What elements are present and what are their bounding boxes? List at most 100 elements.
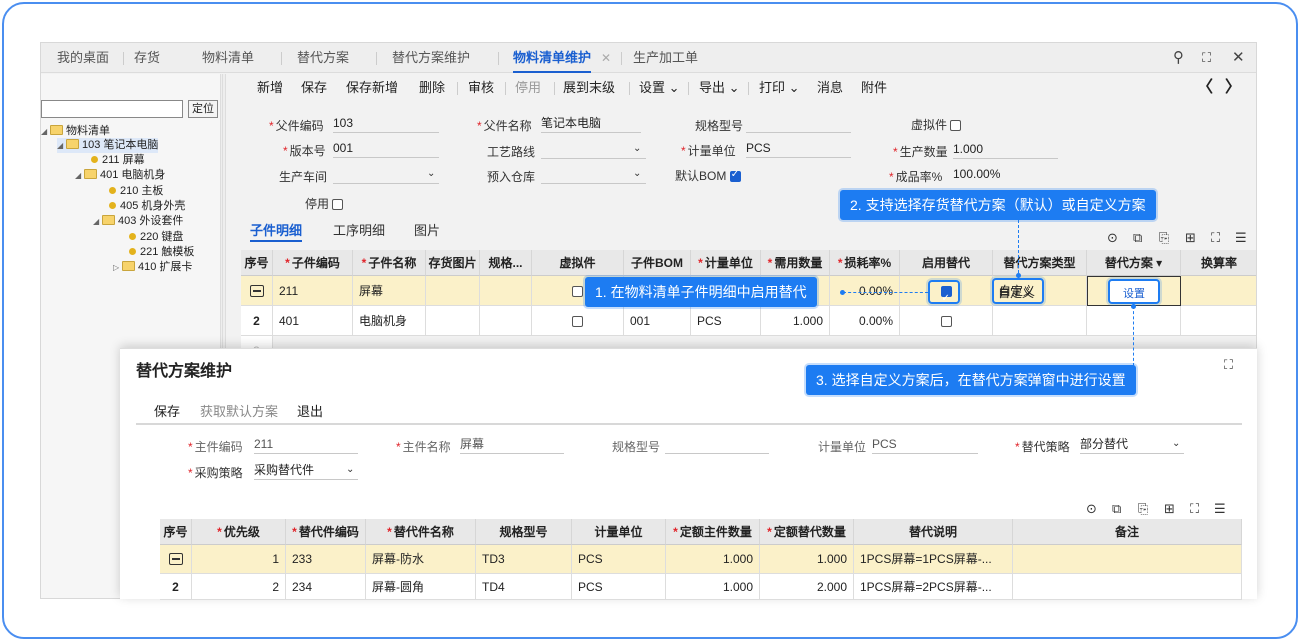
grid-cell[interactable] bbox=[480, 306, 532, 336]
tab-bom-maintain[interactable]: 物料清单维护 bbox=[513, 43, 592, 73]
grid-cell[interactable]: PCS bbox=[572, 574, 666, 600]
tree-node[interactable]: ◢ 物料清单 bbox=[41, 124, 110, 139]
grid-cell[interactable]: 0.00% bbox=[830, 306, 900, 336]
grid-cell[interactable]: 1.000 bbox=[760, 545, 854, 574]
grid-cell[interactable]: PCS bbox=[572, 545, 666, 574]
fullscreen-icon[interactable]: ⛶ bbox=[1211, 230, 1220, 246]
table-row[interactable]: 2 bbox=[241, 306, 273, 336]
maximize-icon[interactable]: ⛶ bbox=[1202, 43, 1211, 73]
row-edit-icon[interactable] bbox=[249, 285, 264, 297]
attachment-button[interactable]: 附件 bbox=[861, 74, 887, 102]
tab-alt-plan[interactable]: 替代方案 bbox=[297, 43, 349, 73]
grid-cell[interactable]: 屏幕-防水 bbox=[366, 545, 476, 574]
grid-cell[interactable] bbox=[1013, 545, 1242, 574]
spec-field[interactable] bbox=[746, 116, 851, 133]
set-plan-button[interactable]: 设置 bbox=[1108, 279, 1160, 304]
purchase-select[interactable]: 采购替代件 bbox=[254, 463, 358, 480]
grid-cell[interactable] bbox=[1181, 306, 1256, 336]
paste-icon[interactable]: ⎘ bbox=[1138, 501, 1148, 517]
disable-button[interactable]: 停用 bbox=[515, 74, 541, 102]
grid-cell[interactable]: 电脑机身 bbox=[353, 306, 426, 336]
tab-desktop[interactable]: 我的桌面 bbox=[57, 43, 109, 73]
exit-button[interactable]: 退出 bbox=[297, 401, 323, 420]
insert-icon[interactable]: ⊞ bbox=[1164, 501, 1175, 517]
grid-cell[interactable]: 屏幕-圆角 bbox=[366, 574, 476, 600]
tree-search-input[interactable] bbox=[41, 100, 183, 118]
parent-name-field[interactable]: 笔记本电脑 bbox=[541, 116, 641, 133]
grid-cell[interactable]: TD4 bbox=[476, 574, 572, 600]
chevron-down-icon[interactable]: ⌄ bbox=[633, 143, 641, 154]
tree-node[interactable]: ◢ 103 笔记本电脑 bbox=[57, 138, 159, 153]
default-bom-checkbox[interactable] bbox=[729, 169, 741, 182]
disabled-checkbox[interactable] bbox=[332, 199, 344, 210]
tab-images[interactable]: 图片 bbox=[414, 220, 440, 242]
warehouse-select[interactable] bbox=[541, 167, 646, 184]
save-new-button[interactable]: 保存新增 bbox=[346, 74, 398, 102]
row-edit-icon[interactable] bbox=[168, 553, 183, 565]
grid-cell[interactable] bbox=[1013, 574, 1242, 600]
grid-cell[interactable]: 1.000 bbox=[666, 545, 760, 574]
grid-cell[interactable] bbox=[900, 306, 993, 336]
search-icon[interactable]: ⚲ bbox=[1173, 43, 1184, 73]
settings-button[interactable]: 设置 ⌄ bbox=[639, 74, 680, 102]
grid-cell[interactable]: 1PCS屏幕=1PCS屏幕-... bbox=[854, 545, 1013, 574]
virtual-checkbox[interactable] bbox=[572, 316, 583, 327]
grid-cell[interactable]: 1PCS屏幕=2PCS屏幕-... bbox=[854, 574, 1013, 600]
close-icon[interactable]: ✕ bbox=[1232, 43, 1245, 73]
expand-all-button[interactable]: 展到末级 bbox=[563, 74, 615, 102]
workshop-select[interactable] bbox=[333, 167, 439, 184]
location-icon[interactable]: ⊙ bbox=[1107, 230, 1118, 246]
enable-alt-checkbox[interactable] bbox=[940, 316, 952, 327]
delete-button[interactable]: 删除 bbox=[419, 74, 445, 102]
grid-cell[interactable]: 211 bbox=[273, 276, 353, 306]
virtual-checkbox[interactable] bbox=[950, 120, 962, 131]
grid-cell[interactable]: PCS bbox=[691, 306, 761, 336]
tree-node[interactable]: ◢ 401 电脑机身 bbox=[75, 168, 165, 183]
expand-icon[interactable]: ◢ bbox=[41, 124, 50, 139]
grid-cell[interactable]: TD3 bbox=[476, 545, 572, 574]
tree-node[interactable]: 221 触模板 bbox=[129, 245, 194, 260]
tree-node[interactable]: 220 键盘 bbox=[129, 230, 183, 245]
virtual-checkbox[interactable] bbox=[572, 286, 583, 297]
grid-cell[interactable]: 234 bbox=[286, 574, 366, 600]
qty-field[interactable]: 1.000 bbox=[953, 142, 1058, 159]
grid-cell[interactable]: 2 bbox=[192, 574, 286, 600]
parent-code-field[interactable]: 103 bbox=[333, 116, 439, 133]
table-row[interactable]: 2 bbox=[160, 574, 192, 600]
tree-node[interactable]: 211 屏幕 bbox=[91, 153, 145, 168]
get-default-plan-button[interactable]: 获取默认方案 bbox=[200, 401, 278, 420]
message-button[interactable]: 消息 bbox=[817, 74, 843, 102]
prev-icon[interactable]: 〈 bbox=[1197, 74, 1213, 102]
audit-button[interactable]: 审核 bbox=[468, 74, 494, 102]
copy-icon[interactable]: ⧉ bbox=[1112, 501, 1121, 517]
grid-cell[interactable] bbox=[993, 306, 1087, 336]
grid-cell[interactable]: 屏幕 bbox=[353, 276, 426, 306]
chevron-down-icon[interactable]: ⌄ bbox=[346, 464, 354, 475]
insert-icon[interactable]: ⊞ bbox=[1185, 230, 1196, 246]
grid-cell[interactable] bbox=[532, 306, 624, 336]
yield-field[interactable]: 100.00% bbox=[953, 167, 1058, 184]
modal-save-button[interactable]: 保存 bbox=[154, 401, 180, 420]
grid-cell[interactable]: 001 bbox=[624, 306, 691, 336]
tree-node[interactable]: ▷ 410 扩展卡 bbox=[113, 260, 192, 275]
save-button[interactable]: 保存 bbox=[301, 74, 327, 102]
print-button[interactable]: 打印 ⌄ bbox=[759, 74, 800, 102]
expand-icon[interactable]: ◢ bbox=[57, 138, 66, 153]
grid-cell[interactable]: 401 bbox=[273, 306, 353, 336]
tab-inventory[interactable]: 存货 bbox=[134, 43, 160, 73]
filter-icon[interactable]: ☰ bbox=[1235, 230, 1247, 246]
paste-icon[interactable]: ⎘ bbox=[1159, 230, 1169, 246]
close-icon[interactable]: ✕ bbox=[601, 43, 611, 73]
unit-field[interactable]: PCS bbox=[746, 141, 851, 158]
tab-child-details[interactable]: 子件明细 bbox=[250, 220, 303, 242]
table-row[interactable] bbox=[241, 276, 273, 306]
collapse-icon[interactable]: ▷ bbox=[113, 260, 122, 275]
export-button[interactable]: 导出 ⌄ bbox=[699, 74, 740, 102]
grid-cell[interactable]: 1.000 bbox=[666, 574, 760, 600]
grid-cell[interactable] bbox=[1181, 276, 1256, 306]
grid-cell[interactable]: 233 bbox=[286, 545, 366, 574]
filter-icon[interactable]: ☰ bbox=[1214, 501, 1226, 517]
table-row[interactable] bbox=[160, 545, 192, 574]
grid-cell[interactable]: 2.000 bbox=[760, 574, 854, 600]
maximize-icon[interactable]: ⛶ bbox=[1224, 357, 1233, 373]
